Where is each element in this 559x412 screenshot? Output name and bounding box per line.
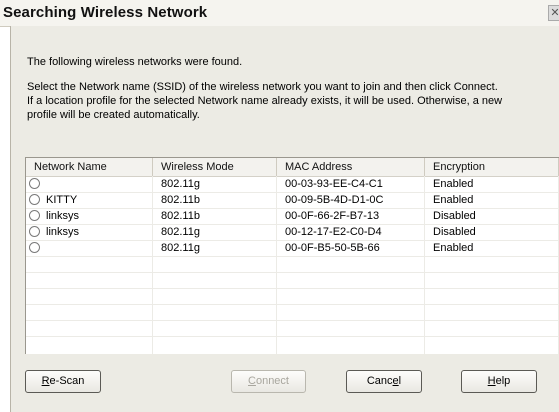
cell-name: linksys: [46, 226, 80, 238]
rescan-button[interactable]: Re-Scan: [25, 370, 101, 393]
column-header-wireless-mode[interactable]: Wireless Mode: [153, 158, 277, 176]
column-header-mac-address[interactable]: MAC Address: [277, 158, 425, 176]
table-row[interactable]: KITTY 802.11b 00-09-5B-4D-D1-0C Enabled: [26, 192, 559, 209]
column-header-network-name[interactable]: Network Name: [26, 158, 153, 176]
network-select-radio[interactable]: [29, 242, 40, 253]
instructions-line-2: If a location profile for the selected N…: [27, 95, 503, 107]
cell-encryption: Enabled: [433, 194, 474, 206]
cell-encryption: Disabled: [433, 210, 476, 222]
cell-mode: 802.11g: [161, 178, 200, 190]
table-header: Network Name Wireless Mode MAC Address E…: [26, 158, 559, 177]
empty-table-row: [26, 272, 559, 289]
empty-table-row: [26, 320, 559, 337]
cell-mac: 00-03-93-EE-C4-C1: [285, 178, 383, 190]
networks-table: Network Name Wireless Mode MAC Address E…: [25, 157, 559, 354]
title-bar: Searching Wireless Network ✕: [0, 0, 559, 27]
cell-encryption: Enabled: [433, 178, 474, 190]
cell-mac: 00-12-17-E2-C0-D4: [285, 226, 382, 238]
cell-mac: 00-0F-66-2F-B7-13: [285, 210, 380, 222]
connect-mnemonic: C: [248, 375, 256, 387]
empty-table-row: [26, 256, 559, 273]
cell-mode: 802.11b: [161, 210, 200, 222]
cell-mac: 00-09-5B-4D-D1-0C: [285, 194, 384, 206]
cell-mode: 802.11g: [161, 226, 200, 238]
instructions-line-3: profile will be created automatically.: [27, 109, 200, 121]
instructions-text: Select the Network name (SSID) of the wi…: [27, 80, 502, 122]
network-select-radio[interactable]: [29, 178, 40, 189]
cancel-label-post: l: [398, 375, 402, 387]
network-select-radio[interactable]: [29, 194, 40, 205]
help-mnemonic: H: [487, 375, 496, 387]
cell-mode: 802.11g: [161, 242, 200, 254]
network-select-radio[interactable]: [29, 226, 40, 237]
connect-button[interactable]: Connect: [231, 370, 306, 393]
close-icon[interactable]: ✕: [548, 5, 559, 21]
table-row[interactable]: linksys 802.11g 00-12-17-E2-C0-D4 Disabled: [26, 224, 559, 241]
dialog-body: The following wireless networks were fou…: [10, 26, 559, 412]
connect-label: onnect: [255, 375, 289, 387]
help-button[interactable]: Help: [461, 370, 537, 393]
table-row[interactable]: linksys 802.11b 00-0F-66-2F-B7-13 Disabled: [26, 208, 559, 225]
cell-mac: 00-0F-B5-50-5B-66: [285, 242, 380, 254]
cancel-label-pre: Canc: [366, 375, 393, 387]
cell-encryption: Enabled: [433, 242, 474, 254]
cell-name: KITTY: [46, 194, 78, 206]
cancel-button[interactable]: Cancel: [346, 370, 422, 393]
rescan-label: e-Scan: [49, 375, 85, 387]
network-select-radio[interactable]: [29, 210, 40, 221]
instructions-line-1: Select the Network name (SSID) of the wi…: [27, 81, 498, 93]
table-row[interactable]: 802.11g 00-0F-B5-50-5B-66 Enabled: [26, 240, 559, 257]
empty-table-row: [26, 288, 559, 305]
rescan-mnemonic: R: [41, 375, 50, 387]
cell-name: linksys: [46, 210, 80, 222]
window-title: Searching Wireless Network: [3, 4, 208, 21]
found-message: The following wireless networks were fou…: [27, 56, 243, 68]
help-label: elp: [495, 375, 511, 387]
cell-mode: 802.11b: [161, 194, 200, 206]
empty-table-row: [26, 304, 559, 321]
column-header-encryption[interactable]: Encryption: [425, 158, 559, 176]
table-row[interactable]: 802.11g 00-03-93-EE-C4-C1 Enabled: [26, 176, 559, 193]
cell-encryption: Disabled: [433, 226, 476, 238]
